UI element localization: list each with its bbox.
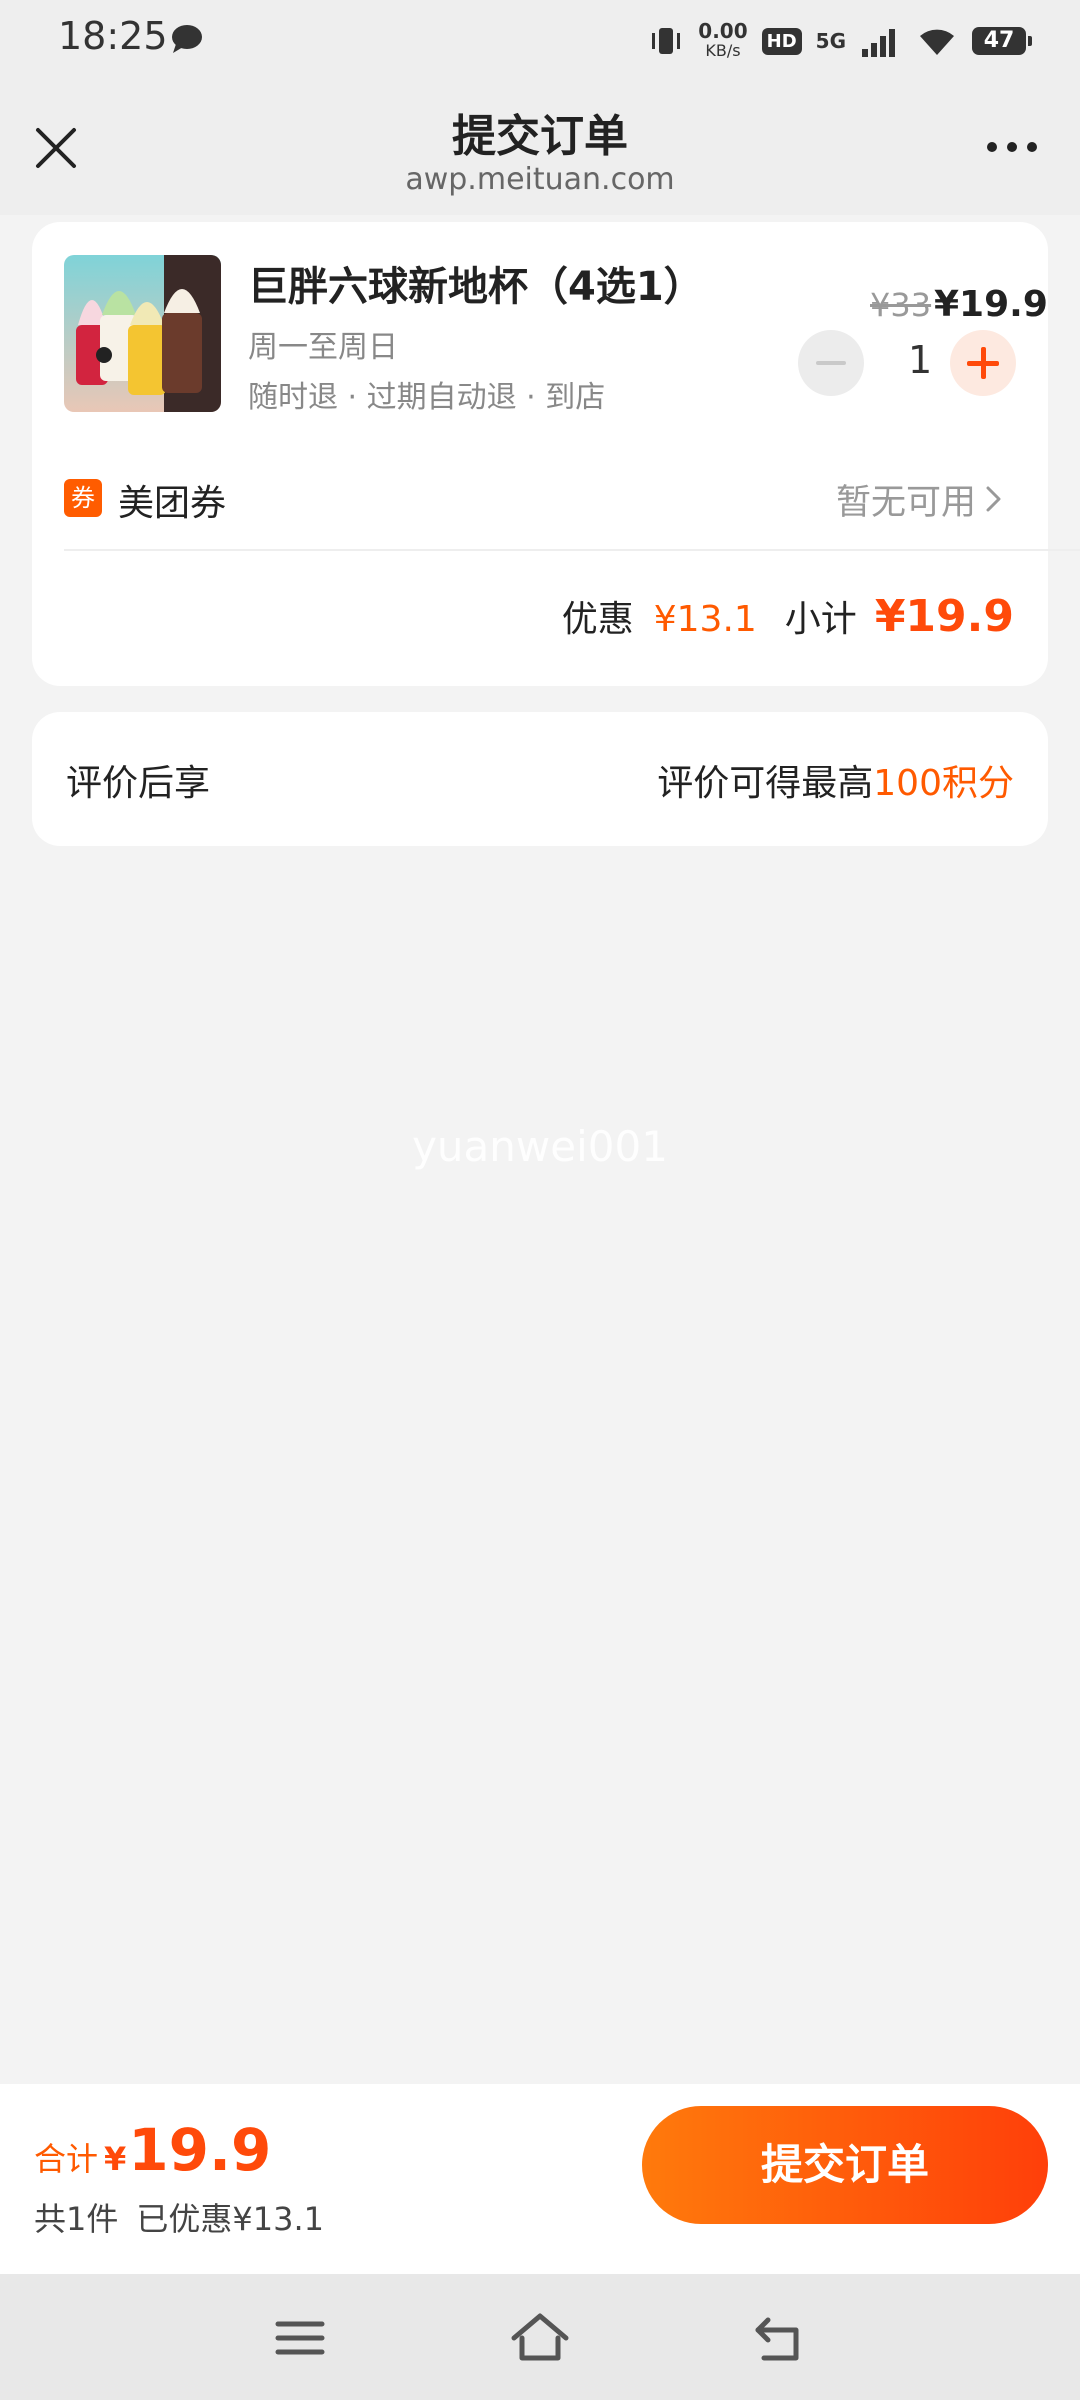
total-amount: 19.9: [128, 2116, 272, 2184]
status-time: 18:25: [58, 14, 168, 58]
total-currency: ¥: [104, 2140, 127, 2178]
chevron-right-icon: [986, 486, 1001, 512]
review-text-prefix: 评价可得最高: [657, 763, 874, 804]
product-name: 巨胖六球新地杯（4选1）: [248, 264, 704, 310]
vibrate-icon: [652, 28, 681, 54]
subtotal-value: ¥19.9: [874, 591, 1014, 642]
checkout-bar: 合计 ¥ 19.9 共1件 已优惠¥13.1 提交订单: [0, 2084, 1080, 2274]
net-speed: 0.00 KB/s: [698, 21, 747, 61]
status-icons: 0.00 KB/s HD 5G 47: [648, 16, 1032, 66]
hd-badge: HD: [761, 27, 802, 55]
submit-order-button[interactable]: 提交订单: [642, 2106, 1048, 2224]
system-nav-bar: [0, 2274, 1080, 2400]
unit-price: ¥19.9: [934, 284, 1048, 325]
nav-bar: 提交订单 awp.meituan.com: [0, 80, 1080, 215]
increase-quantity-button[interactable]: [950, 330, 1016, 396]
quantity-value: 1: [908, 338, 933, 382]
review-label: 评价后享: [66, 763, 211, 804]
coupon-label: 美团券: [118, 483, 227, 524]
menu-icon[interactable]: [268, 2308, 332, 2368]
wifi-icon: [920, 29, 954, 55]
network-type: 5G: [815, 29, 846, 53]
page-title: 提交订单: [452, 111, 628, 162]
original-price: ¥33: [870, 286, 932, 324]
total-label: 合计: [34, 2140, 99, 2178]
net-speed-value: 0.00: [698, 19, 748, 43]
product-image: [64, 255, 221, 412]
product-tags: 随时退 · 过期自动退 · 到店: [248, 380, 606, 415]
discount-value: ¥13.1: [653, 599, 757, 640]
total-row: 合计 ¥ 19.9: [34, 2116, 271, 2184]
signal-icon: [862, 29, 895, 57]
watermark: yuanwei001: [412, 1122, 668, 1171]
subtotal-label: 小计: [784, 599, 857, 640]
back-icon[interactable]: [748, 2308, 812, 2368]
review-reward-text: 评价可得最高100积分: [657, 754, 1014, 806]
discount-label: 优惠: [561, 599, 634, 640]
coupon-status: 暂无可用: [835, 483, 976, 523]
battery-icon: 47: [972, 27, 1032, 55]
home-icon[interactable]: [508, 2308, 572, 2368]
price-summary: 优惠 ¥13.1 小计 ¥19.9: [562, 590, 1014, 642]
item-count-row: 共1件 已优惠¥13.1: [34, 2194, 324, 2240]
coupon-row[interactable]: 券 美团券 暂无可用: [64, 462, 1004, 528]
review-reward-card: 评价后享 评价可得最高100积分: [32, 712, 1048, 846]
item-count: 共1件: [34, 2200, 119, 2238]
net-speed-unit: KB/s: [705, 41, 741, 60]
message-icon: [172, 25, 202, 53]
status-bar: 18:25 0.00 KB/s HD 5G 47: [0, 0, 1080, 80]
divider: [64, 549, 1080, 551]
page-url: awp.meituan.com: [405, 162, 675, 197]
order-card: 巨胖六球新地杯（4选1） 周一至周日 随时退 · 过期自动退 · 到店 ¥33 …: [32, 222, 1080, 686]
review-points: 100积分: [873, 763, 1014, 804]
more-icon[interactable]: [982, 132, 1042, 162]
coupon-icon: 券: [64, 479, 102, 517]
product-days: 周一至周日: [248, 330, 398, 365]
decrease-quantity-button[interactable]: [798, 330, 864, 396]
saved-amount: 已优惠¥13.1: [136, 2200, 324, 2238]
